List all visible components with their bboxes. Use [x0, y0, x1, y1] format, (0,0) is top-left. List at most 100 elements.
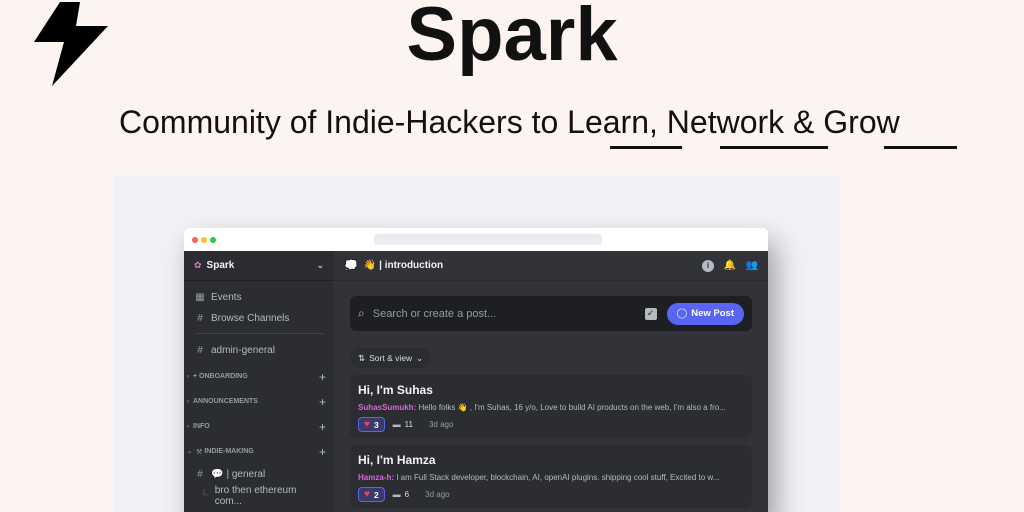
- chevron-down-icon[interactable]: ⌄: [316, 260, 324, 271]
- channel-emoji: 👋: [363, 260, 377, 271]
- category-label: + ONBOARDING: [193, 373, 248, 380]
- reaction-button[interactable]: ♥ 3: [358, 417, 385, 432]
- post-card[interactable]: Hi, I'm Suhas SuhasSumukh: Hello folks 👋…: [350, 375, 752, 438]
- post-guidelines-icon[interactable]: ✓: [644, 307, 657, 320]
- sidebar-item-label: | general: [226, 469, 266, 480]
- category-announcements[interactable]: › ANNOUNCEMENTS +: [184, 389, 334, 414]
- tagline-word-learn: Learn: [567, 104, 649, 140]
- post-author[interactable]: SuhasSumukh:: [358, 403, 416, 412]
- add-channel-icon[interactable]: +: [319, 420, 326, 434]
- category-label: INFO: [193, 423, 210, 430]
- comment-count-value: 11: [404, 420, 413, 429]
- post-preview-text: Hello folks 👋 , I'm Suhas, 16 y/o, Love …: [416, 403, 726, 412]
- sidebar-item-admin-general[interactable]: # admin-general: [184, 340, 334, 361]
- search-input[interactable]: Search or create a post...: [373, 308, 497, 320]
- post-title: Hi, I'm Hamza: [358, 453, 436, 467]
- category-info[interactable]: › INFO +: [184, 414, 334, 439]
- category-label: ANNOUNCEMENTS: [193, 398, 258, 405]
- new-post-button[interactable]: ◯ New Post: [666, 302, 744, 325]
- browser-chrome: [184, 228, 768, 251]
- hashtag-thread-icon: #: [197, 469, 203, 480]
- post-meta: ♥ 2 ▬ 6 3d ago: [358, 487, 744, 502]
- sort-label: Sort & view: [369, 353, 413, 363]
- forum-main: 💭 👋 | introduction i 🔔 👥 ⌕ Search or cre…: [334, 251, 768, 512]
- comment-icon: ▬: [392, 490, 401, 499]
- channel-sidebar: ✿ Spark ⌄ ▦ Events # Browse Channels # a…: [184, 251, 334, 512]
- category-onboarding[interactable]: › + ONBOARDING +: [184, 364, 334, 389]
- heart-icon: ♥: [364, 489, 370, 500]
- sidebar-thread-item[interactable]: └ bro then ethereum com...: [184, 484, 334, 507]
- post-card[interactable]: Hi, I'm Hamza Hamza-h: I am Full Stack d…: [350, 445, 752, 508]
- comment-count: ▬ 6: [393, 490, 409, 499]
- channel-name: | introduction: [379, 260, 444, 271]
- sidebar-divider: [194, 333, 324, 334]
- chevron-right-icon: ›: [187, 373, 189, 380]
- sidebar-item-label: admin-general: [211, 345, 275, 356]
- tagline-prefix: Community of Indie-Hackers to: [119, 104, 568, 140]
- reaction-button[interactable]: ♥ 2: [358, 487, 385, 502]
- underline-learn: [610, 146, 682, 149]
- hashtag-search-icon: #: [197, 313, 203, 324]
- chevron-right-icon: ›: [187, 423, 189, 430]
- maximize-dot[interactable]: [210, 237, 216, 243]
- chevron-right-icon: ›: [187, 398, 189, 405]
- chevron-down-icon: ⌄: [416, 352, 424, 363]
- comment-count: ▬ 11: [393, 420, 413, 429]
- hashtag-icon: #: [197, 345, 203, 356]
- server-name: Spark: [206, 260, 235, 271]
- search-icon: ⌕: [358, 306, 365, 320]
- thread-label: bro then ethereum com...: [214, 484, 297, 507]
- heart-icon: ♥: [364, 419, 370, 430]
- post-meta: ♥ 3 ▬ 11 3d ago: [358, 417, 744, 432]
- comment-count-value: 6: [404, 490, 410, 499]
- page-title: Spark: [406, 0, 618, 77]
- sidebar-item-events[interactable]: ▦ Events: [184, 287, 334, 308]
- server-icon: ✿: [194, 260, 202, 270]
- add-channel-icon[interactable]: +: [319, 445, 326, 459]
- sort-icon: ⇅: [358, 352, 366, 363]
- info-icon[interactable]: i: [702, 259, 714, 272]
- tagline-separator: ,: [649, 104, 667, 140]
- sidebar-item-general[interactable]: # 💬 | general: [184, 464, 334, 485]
- tagline-word-grow: Grow: [823, 104, 900, 140]
- calendar-icon: ▦: [195, 292, 205, 303]
- hammer-icon: ⚒: [196, 448, 203, 456]
- category-label: INDIE-MAKING: [204, 448, 254, 455]
- post-age: 3d ago: [428, 420, 454, 429]
- tagline-separator: &: [784, 104, 824, 140]
- reaction-count: 3: [373, 419, 379, 430]
- sidebar-item-browse-channels[interactable]: # Browse Channels: [184, 308, 334, 329]
- speech-bubble-icon: 💬: [211, 469, 224, 480]
- underline-network: [720, 146, 828, 149]
- tagline-word-network: Network: [666, 104, 785, 140]
- bell-icon[interactable]: 🔔: [724, 260, 736, 272]
- chat-bubble-icon: ◯: [676, 308, 688, 319]
- category-indie-making[interactable]: ⌄ ⚒ INDIE-MAKING +: [184, 439, 334, 464]
- underline-grow: [884, 146, 957, 149]
- reaction-count: 2: [373, 489, 379, 500]
- sort-view-button[interactable]: ⇅ Sort & view ⌄: [350, 348, 432, 368]
- add-channel-icon[interactable]: +: [319, 370, 326, 384]
- members-icon[interactable]: 👥: [746, 260, 758, 272]
- add-channel-icon[interactable]: +: [319, 395, 326, 409]
- post-title: Hi, I'm Suhas: [358, 383, 433, 397]
- chevron-down-icon: ⌄: [187, 449, 193, 455]
- search-bar[interactable]: ⌕ Search or create a post... ✓ ◯ New Pos…: [350, 296, 752, 331]
- address-bar[interactable]: [374, 234, 602, 245]
- post-preview-text: I am Full Stack developer, blockchain, A…: [394, 473, 720, 482]
- app-window: ✿ Spark ⌄ ▦ Events # Browse Channels # a…: [184, 228, 768, 512]
- server-header[interactable]: ✿ Spark ⌄: [184, 251, 334, 281]
- post-age: 3d ago: [425, 490, 450, 499]
- forum-icon: 💭: [344, 260, 358, 272]
- header-actions: i 🔔 👥: [702, 259, 758, 272]
- minimize-dot[interactable]: [201, 237, 207, 243]
- close-dot[interactable]: [192, 237, 198, 243]
- sidebar-item-label: Browse Channels: [211, 313, 290, 324]
- tagline: Community of Indie-Hackers to Learn, Net…: [119, 102, 900, 142]
- post-author[interactable]: Hamza-h:: [358, 473, 394, 482]
- new-post-label: New Post: [691, 308, 734, 319]
- channel-header: 💭 👋 | introduction i 🔔 👥: [334, 251, 768, 281]
- sidebar-item-label: Events: [211, 292, 242, 303]
- thread-branch-icon: └: [200, 490, 208, 501]
- comment-icon: ▬: [392, 420, 401, 429]
